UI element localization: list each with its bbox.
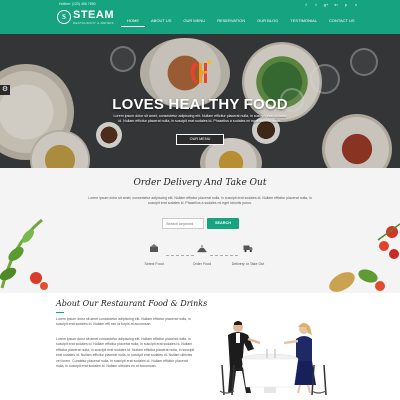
- logo-name: STEAM: [73, 8, 114, 21]
- site-header: Hotline: (123) 456 7890 S STEAM RESTAURA…: [0, 0, 400, 34]
- gear-icon[interactable]: ⚙: [0, 85, 10, 95]
- search-input[interactable]: [162, 218, 204, 229]
- nav-our-menu[interactable]: OUR MENU: [177, 15, 211, 27]
- order-section: Order Delivery And Take Out Lorem ipsum …: [0, 168, 400, 293]
- nav-home[interactable]: HOME: [121, 15, 145, 27]
- step-delivery: Delivery or Take Out: [228, 240, 268, 266]
- about-title: About Our Restaurant Food & Drinks: [56, 299, 208, 308]
- nav-reservation[interactable]: RESERVATION: [211, 15, 251, 27]
- vimeo-icon[interactable]: v: [353, 2, 359, 7]
- main-nav: HOME ABOUT US OUR MENU RESERVATION OUR B…: [121, 15, 361, 27]
- hero-banner: LOVES HEALTHY FOOD Lorem ipsum dolor sit…: [0, 34, 400, 168]
- step-order-food: Order Food: [182, 240, 222, 266]
- google-plus-icon[interactable]: g+: [323, 2, 329, 7]
- twitter-icon[interactable]: t: [313, 2, 319, 7]
- our-menu-button[interactable]: OUR MENU: [176, 134, 224, 145]
- about-paragraph-1: Lorem ipsum dolor sit amet consectetur a…: [56, 317, 191, 327]
- order-icon: [197, 245, 207, 253]
- logo-subtitle: RESTAURANT & DRINKS: [73, 20, 114, 25]
- about-section: About Our Restaurant Food & Drinks Lorem…: [0, 293, 400, 400]
- title-underline: [56, 312, 64, 313]
- delivery-icon: [243, 245, 253, 253]
- nav-contact-us[interactable]: CONTACT US: [323, 15, 361, 27]
- logo-mark-icon: S: [57, 10, 71, 24]
- search-button[interactable]: SEARCH: [207, 218, 239, 229]
- order-steps: Select Food Order Food Delivery or Take …: [140, 240, 264, 266]
- order-title: Order Delivery And Take Out: [133, 178, 267, 188]
- hero-title: LOVES HEALTHY FOOD: [112, 96, 288, 113]
- order-description: Lorem ipsum dolor sit amet, consectetur …: [88, 196, 312, 206]
- vegetables-right-decoration: [329, 223, 400, 292]
- facebook-icon[interactable]: f: [303, 2, 309, 7]
- nav-about-us[interactable]: ABOUT US: [145, 15, 177, 27]
- site-logo[interactable]: S STEAM RESTAURANT & DRINKS: [57, 9, 114, 25]
- couple-dining-illustration: [219, 321, 327, 396]
- hero-logo-icon: [190, 60, 211, 84]
- pinterest-icon[interactable]: p: [343, 2, 349, 7]
- nav-testimonial[interactable]: TESTIMONIAL: [284, 15, 323, 27]
- food-icon: [150, 244, 158, 252]
- vegetables-left-decoration: [0, 218, 48, 290]
- step-select-food: Select Food: [134, 240, 174, 266]
- social-links: f t g+ in p v: [303, 2, 359, 7]
- hotline-text: Hotline: (123) 456 7890: [59, 2, 96, 6]
- linkedin-icon[interactable]: in: [333, 2, 339, 7]
- about-paragraph-2: Lorem ipsum dolor sit amet consectetur a…: [56, 337, 195, 369]
- nav-our-blog[interactable]: OUR BLOG: [251, 15, 284, 27]
- hero-text: Lorem ipsum dolor sit amet, consectetur …: [113, 114, 287, 124]
